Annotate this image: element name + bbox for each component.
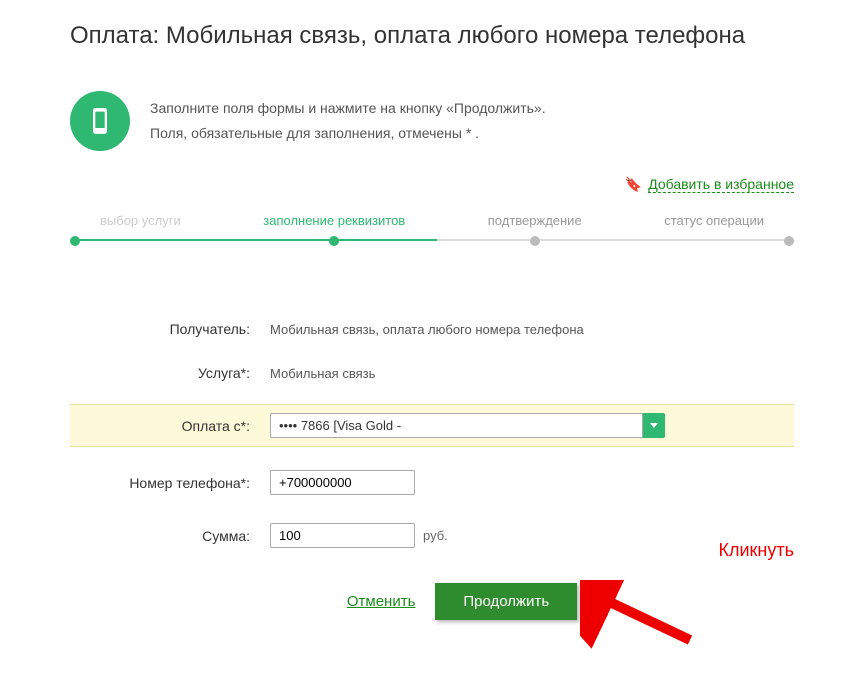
favorite-link-row: 🔖 Добавить в избранное — [70, 176, 794, 193]
info-line-2: Поля, обязательные для заполнения, отмеч… — [150, 121, 546, 146]
step-2: заполнение реквизитов — [263, 213, 405, 246]
payfrom-label: Оплата с*: — [70, 418, 270, 434]
step-1: выбор услуги — [70, 213, 181, 246]
amount-row: Сумма: руб. — [70, 518, 794, 553]
service-row: Услуга*: Мобильная связь — [70, 360, 794, 386]
recipient-value: Мобильная связь, оплата любого номера те… — [270, 322, 584, 337]
progress-steps: выбор услуги заполнение реквизитов подтв… — [70, 213, 794, 246]
step-4: статус операции — [664, 213, 794, 246]
info-block: Заполните поля формы и нажмите на кнопку… — [70, 91, 794, 151]
phone-icon — [70, 91, 130, 151]
recipient-row: Получатель: Мобильная связь, оплата любо… — [70, 316, 794, 342]
payfrom-dropdown-button[interactable] — [643, 413, 665, 438]
service-value: Мобильная связь — [270, 366, 375, 381]
payfrom-select[interactable]: •••• 7866 [Visa Gold - — [270, 413, 643, 438]
phone-label: Номер телефона*: — [70, 475, 270, 491]
step-3: подтверждение — [488, 213, 582, 246]
add-favorite-link[interactable]: Добавить в избранное — [648, 176, 794, 193]
amount-label: Сумма: — [70, 528, 270, 544]
continue-button[interactable]: Продолжить — [435, 583, 577, 620]
amount-input[interactable] — [270, 523, 415, 548]
cancel-button[interactable]: Отменить — [347, 593, 416, 610]
phone-row: Номер телефона*: — [70, 465, 794, 500]
phone-input[interactable] — [270, 470, 415, 495]
service-label: Услуга*: — [70, 365, 270, 381]
info-line-1: Заполните поля формы и нажмите на кнопку… — [150, 96, 546, 121]
actions-row: Отменить Продолжить — [130, 583, 794, 620]
payfrom-row: Оплата с*: •••• 7866 [Visa Gold - — [70, 404, 794, 447]
amount-suffix: руб. — [423, 528, 448, 543]
recipient-label: Получатель: — [70, 321, 270, 337]
bookmark-icon: 🔖 — [625, 176, 642, 193]
page-title: Оплата: Мобильная связь, оплата любого н… — [70, 20, 794, 51]
